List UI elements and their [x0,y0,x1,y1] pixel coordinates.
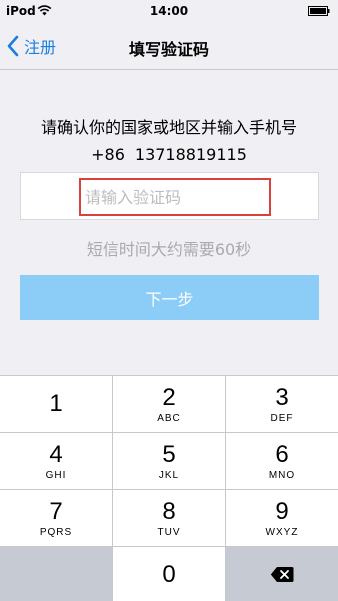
key-7[interactable]: 7 PQRS [0,490,112,546]
key-1[interactable]: 1 [0,376,112,432]
key-digit: 4 [49,440,63,468]
keypad-divider [0,432,338,433]
key-8[interactable]: 8 TUV [113,490,225,546]
key-digit: 0 [162,560,176,588]
status-time: 14:00 [149,4,189,18]
key-2[interactable]: 2 ABC [113,376,225,432]
phone-number-display: +86 13718819115 [0,145,338,164]
next-step-button[interactable]: 下一步 [20,275,319,320]
key-letters: DEF [270,412,294,424]
status-bar: iPod 14:00 [0,0,338,22]
key-digit: 8 [162,497,176,525]
country-prompt: 请确认你的国家或地区并输入手机号 [40,118,297,137]
keypad-divider [0,489,338,490]
key-letters: MNO [268,469,296,481]
key-6[interactable]: 6 MNO [226,433,338,489]
key-letters: PQRS [39,526,73,538]
key-digit: 9 [275,497,289,525]
battery-icon [308,6,330,16]
key-digit: 1 [49,390,63,417]
key-letters: WXYZ [265,526,299,538]
keypad-divider [225,376,226,601]
key-3[interactable]: 3 DEF [226,376,338,432]
delete-key[interactable] [226,547,338,601]
phone-number: 13718819115 [134,145,247,164]
verification-code-input[interactable] [85,183,265,211]
key-digit: 3 [275,383,289,411]
numeric-keypad: 1 2 ABC 3 DEF 4 GHI 5 JKL 6 MNO 7 PQRS 8… [0,375,338,601]
key-digit: 2 [162,383,176,411]
key-blank [0,547,112,601]
navigation-bar: 注册 填写验证码 [0,22,338,70]
sms-time-hint: 短信时间大约需要60秒 [86,240,252,259]
keypad-divider [0,546,338,547]
key-letters: ABC [157,412,181,424]
key-4[interactable]: 4 GHI [0,433,112,489]
key-digit: 7 [49,497,63,525]
country-code: +86 [91,145,125,164]
key-digit: 5 [162,440,176,468]
key-letters: JKL [158,469,180,481]
key-letters: GHI [45,469,67,481]
key-digit: 6 [275,440,289,468]
keypad-divider [112,376,113,601]
key-letters: TUV [157,526,181,538]
page-title: 填写验证码 [128,40,209,59]
key-5[interactable]: 5 JKL [113,433,225,489]
delete-icon [270,567,294,582]
key-0[interactable]: 0 [113,547,225,601]
verification-code-field[interactable] [20,172,319,220]
key-9[interactable]: 9 WXYZ [226,490,338,546]
